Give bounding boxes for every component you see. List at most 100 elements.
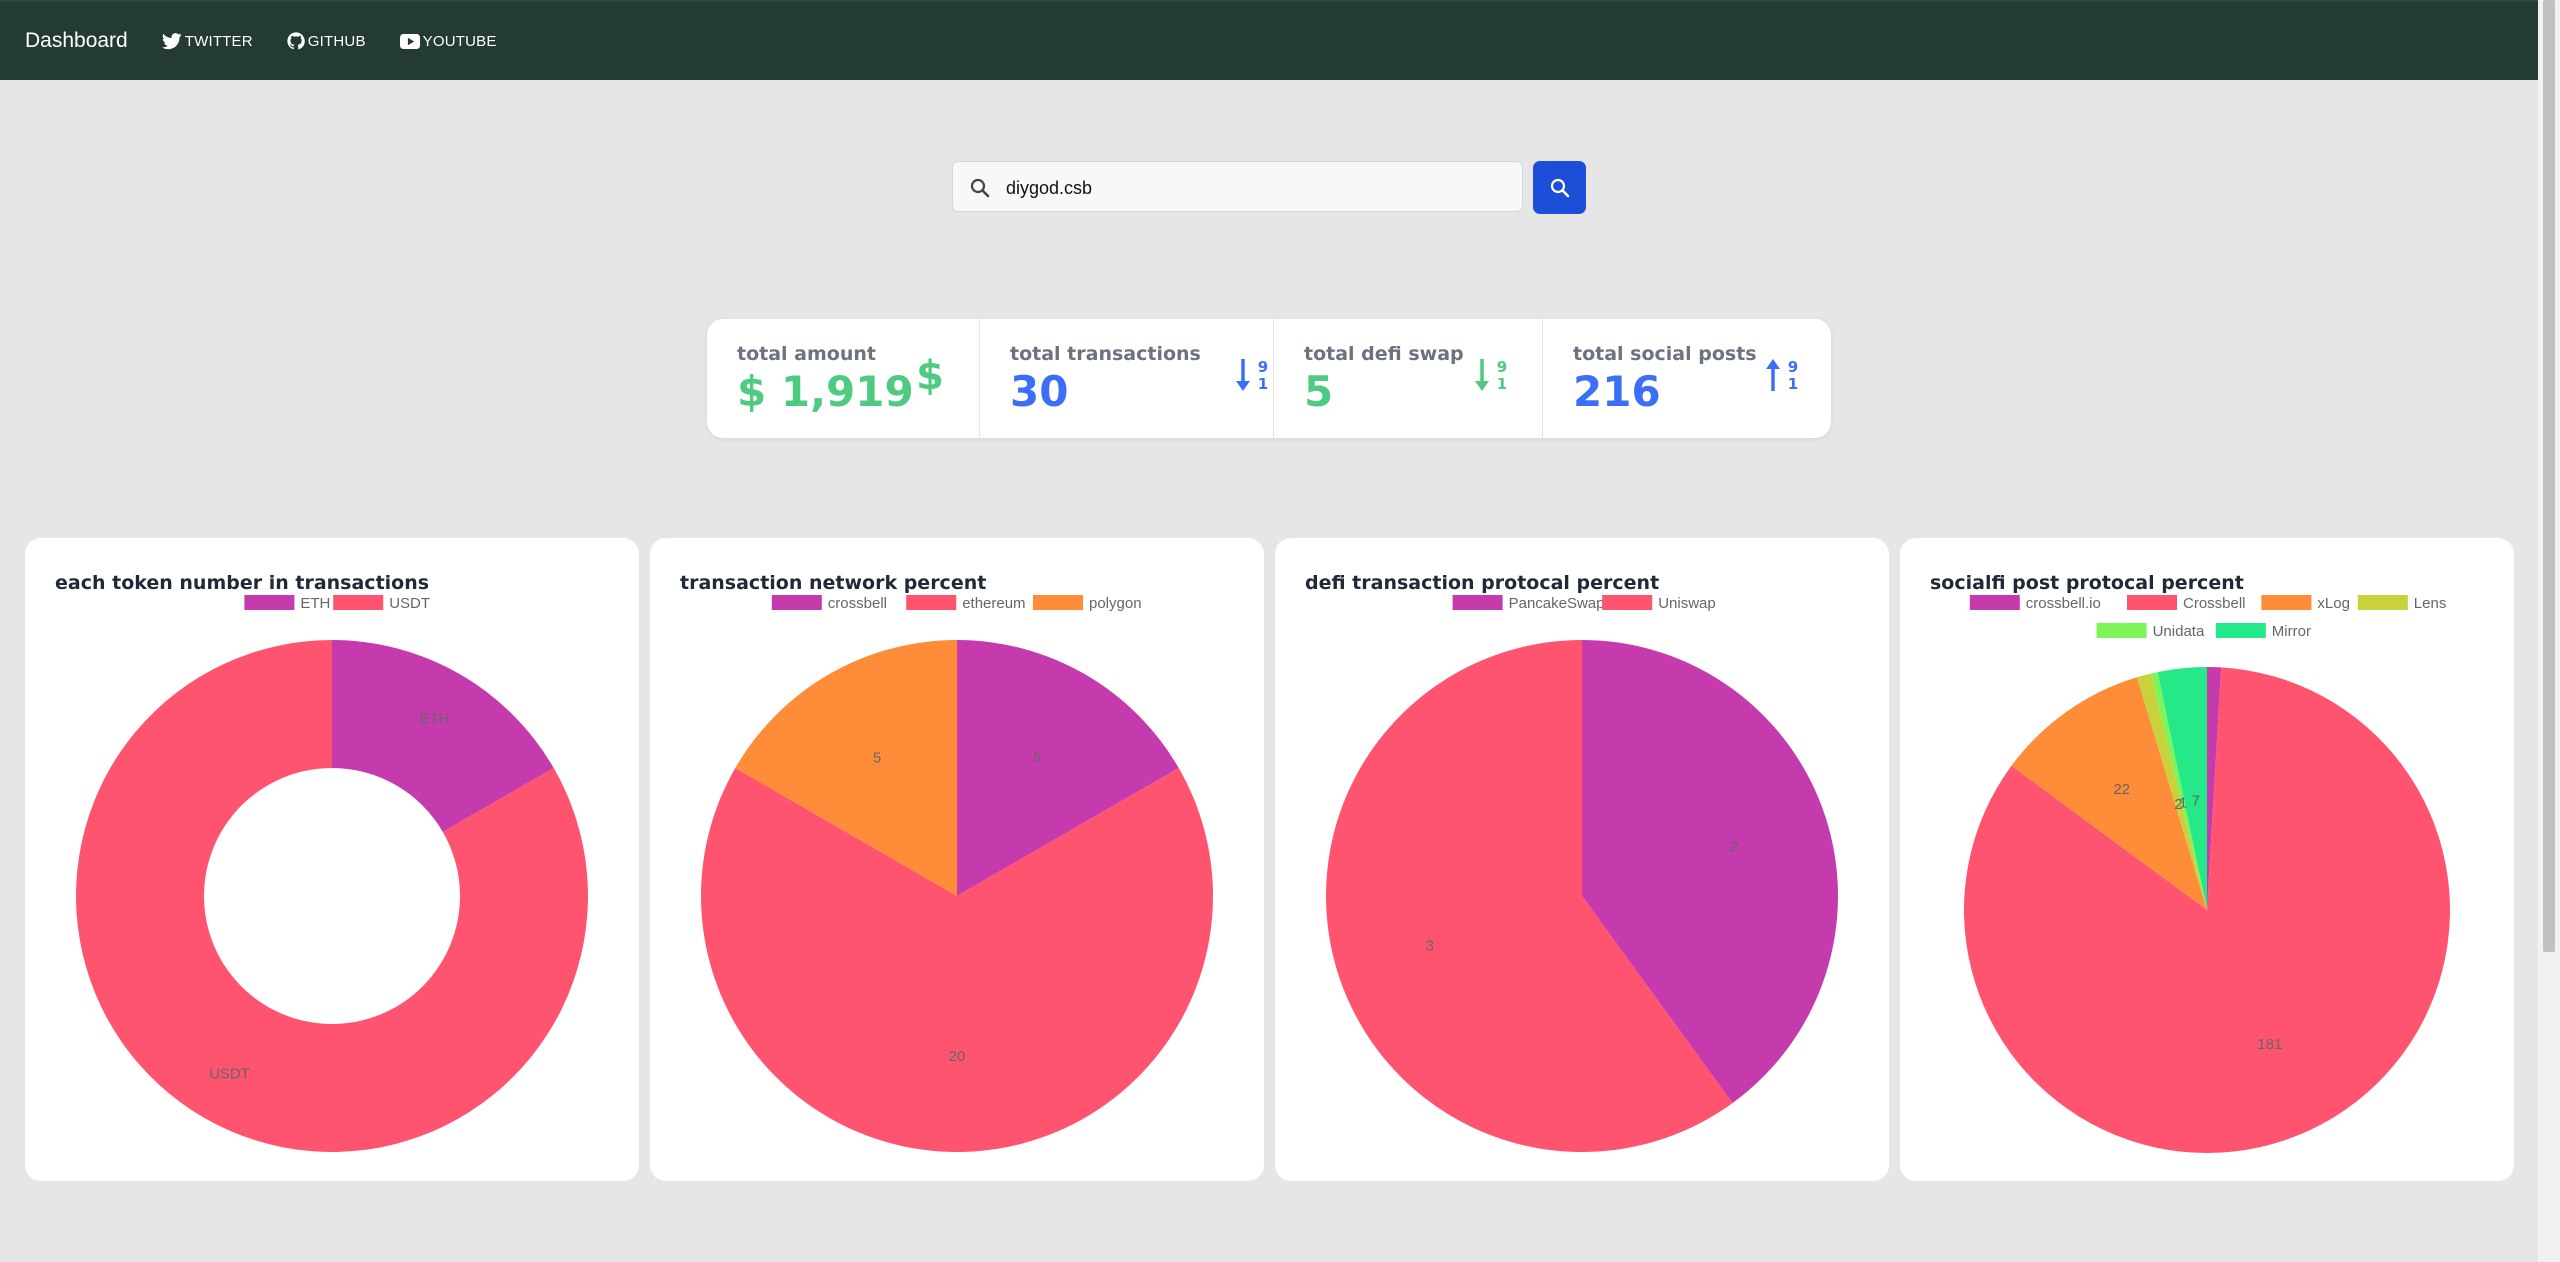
- legend-item[interactable]: ETH: [244, 595, 330, 612]
- stat-value: 5: [1304, 367, 1334, 416]
- legend-item[interactable]: Mirror: [2215, 623, 2311, 640]
- legend-swatch: [2357, 595, 2408, 610]
- legend-label: xLog: [2317, 595, 2350, 612]
- slice-label: 1: [2179, 795, 2187, 812]
- search-icon: [970, 178, 990, 198]
- brand-link[interactable]: Dashboard: [25, 29, 128, 53]
- youtube-link[interactable]: YOUTUBE: [399, 32, 497, 50]
- search-icon: [1550, 178, 1569, 197]
- network-pie-chart: crossbell ethereum polygon 5 20 5: [701, 595, 1213, 1152]
- sort-numeric-up-icon: 9 1: [1766, 358, 1798, 393]
- legend-swatch: [2127, 595, 2177, 610]
- search-input[interactable]: [1004, 174, 1508, 202]
- chart-card-token: each token number in transactions ETH USD…: [25, 538, 639, 1181]
- stat-total-social-posts: total social posts 216 9 1: [1543, 319, 1831, 438]
- slice-label: 5: [1033, 749, 1041, 766]
- legend-swatch: [1452, 595, 1503, 610]
- stat-total-amount: total amount $ 1,919 $: [707, 319, 980, 438]
- stat-title: total transactions: [1010, 343, 1201, 365]
- dollar-icon: $: [917, 355, 943, 395]
- svg-text:1: 1: [1788, 375, 1798, 393]
- svg-text:$: $: [917, 355, 943, 395]
- legend-label: PancakeSwap: [1509, 595, 1605, 612]
- scrollbar-thumb[interactable]: [2543, 0, 2555, 952]
- stat-value: 216: [1573, 367, 1661, 416]
- legend-swatch: [771, 595, 822, 610]
- svg-text:9: 9: [1497, 358, 1507, 376]
- legend-label: Unidata: [2153, 623, 2205, 640]
- legend-label: Crossbell: [2183, 595, 2246, 612]
- stat-total-transactions: total transactions 30 9 1: [980, 319, 1274, 438]
- legend-swatch: [2215, 623, 2266, 638]
- navbar: Dashboard TWITTER GITHUB YOUTUBE: [0, 0, 2538, 80]
- stat-title: total social posts: [1573, 343, 1757, 365]
- legend-item[interactable]: Lens: [2357, 595, 2447, 612]
- svg-text:1: 1: [1258, 375, 1268, 393]
- slice-label: 5: [873, 749, 881, 766]
- search-field[interactable]: [952, 161, 1523, 212]
- stat-value: $ 1,919: [737, 367, 914, 416]
- twitter-icon: [161, 32, 182, 49]
- search-bar: [952, 161, 1524, 213]
- legend-item[interactable]: polygon: [1033, 595, 1142, 612]
- stat-value: 30: [1010, 367, 1069, 416]
- legend-label: Lens: [2414, 595, 2447, 612]
- slice-label: USDT: [209, 1066, 250, 1083]
- defi-pie-chart: PancakeSwap Uniswap 2 3: [1325, 595, 1838, 1152]
- legend-item[interactable]: crossbell: [771, 595, 887, 612]
- legend-label: crossbell.io: [2026, 595, 2101, 612]
- legend-item[interactable]: USDT: [333, 595, 430, 612]
- legend-item[interactable]: Crossbell: [2127, 595, 2246, 612]
- svg-text:9: 9: [1258, 358, 1268, 376]
- page-scrollbar[interactable]: [2538, 0, 2560, 1262]
- slice-label: 181: [2257, 1036, 2282, 1053]
- token-doughnut-chart: ETH USDT ETH USDT: [76, 595, 588, 1152]
- legend-item[interactable]: xLog: [2261, 595, 2350, 612]
- svg-text:1: 1: [1497, 375, 1507, 393]
- twitter-link[interactable]: TWITTER: [161, 32, 253, 50]
- legend-swatch: [906, 595, 957, 610]
- legend-label: USDT: [389, 595, 430, 612]
- slice-label: 2: [1730, 839, 1738, 856]
- legend-swatch: [2096, 623, 2147, 638]
- stat-title: total defi swap: [1304, 343, 1464, 365]
- github-icon: [287, 32, 305, 50]
- chart-card-defi: defi transaction protocal percent Pancak…: [1275, 538, 1889, 1181]
- github-link[interactable]: GITHUB: [287, 32, 366, 50]
- legend-label: Mirror: [2272, 623, 2311, 640]
- legend-swatch: [1033, 595, 1083, 610]
- svg-text:9: 9: [1788, 358, 1798, 376]
- legend-swatch: [244, 595, 295, 610]
- legend-label: ethereum: [962, 595, 1025, 612]
- slice-label: 7: [2192, 793, 2200, 810]
- legend-swatch: [2261, 595, 2312, 610]
- legend-item[interactable]: crossbell.io: [1969, 595, 2101, 612]
- twitter-label: TWITTER: [184, 32, 253, 50]
- legend-label: ETH: [300, 595, 330, 612]
- stats-panel: total amount $ 1,919 $ total transaction…: [707, 319, 1831, 438]
- search-button[interactable]: [1533, 161, 1586, 214]
- legend-label: crossbell: [828, 595, 887, 612]
- sort-numeric-down-icon: 9 1: [1475, 358, 1507, 393]
- legend-swatch: [1602, 595, 1653, 610]
- slice-label: ETH: [420, 710, 450, 727]
- slice-label: 22: [2113, 781, 2130, 798]
- chart-card-socialfi: socialfi post protocal percent crossbell…: [1900, 538, 2514, 1181]
- legend-item[interactable]: PancakeSwap: [1452, 595, 1605, 612]
- legend-swatch: [1969, 595, 2020, 610]
- legend-label: Uniswap: [1658, 595, 1716, 612]
- socialfi-pie-chart: crossbell.io Crossbell xLog Lens Unidata Mirr…: [1964, 595, 2450, 1153]
- legend-label: polygon: [1089, 595, 1142, 612]
- youtube-label: YOUTUBE: [422, 32, 497, 50]
- legend-swatch: [333, 595, 384, 610]
- youtube-icon: [399, 33, 420, 49]
- legend-item[interactable]: ethereum: [906, 595, 1026, 612]
- chart-card-network: transaction network percent crossbell eth…: [650, 538, 1264, 1181]
- slice-label: 20: [949, 1048, 966, 1065]
- slice-label: 3: [1426, 937, 1434, 954]
- sort-numeric-down-icon: 9 1: [1236, 358, 1268, 393]
- legend-item[interactable]: Uniswap: [1602, 595, 1716, 612]
- github-label: GITHUB: [307, 32, 366, 50]
- legend-item[interactable]: Unidata: [2096, 623, 2205, 640]
- stat-total-defi-swap: total defi swap 5 9 1: [1274, 319, 1543, 438]
